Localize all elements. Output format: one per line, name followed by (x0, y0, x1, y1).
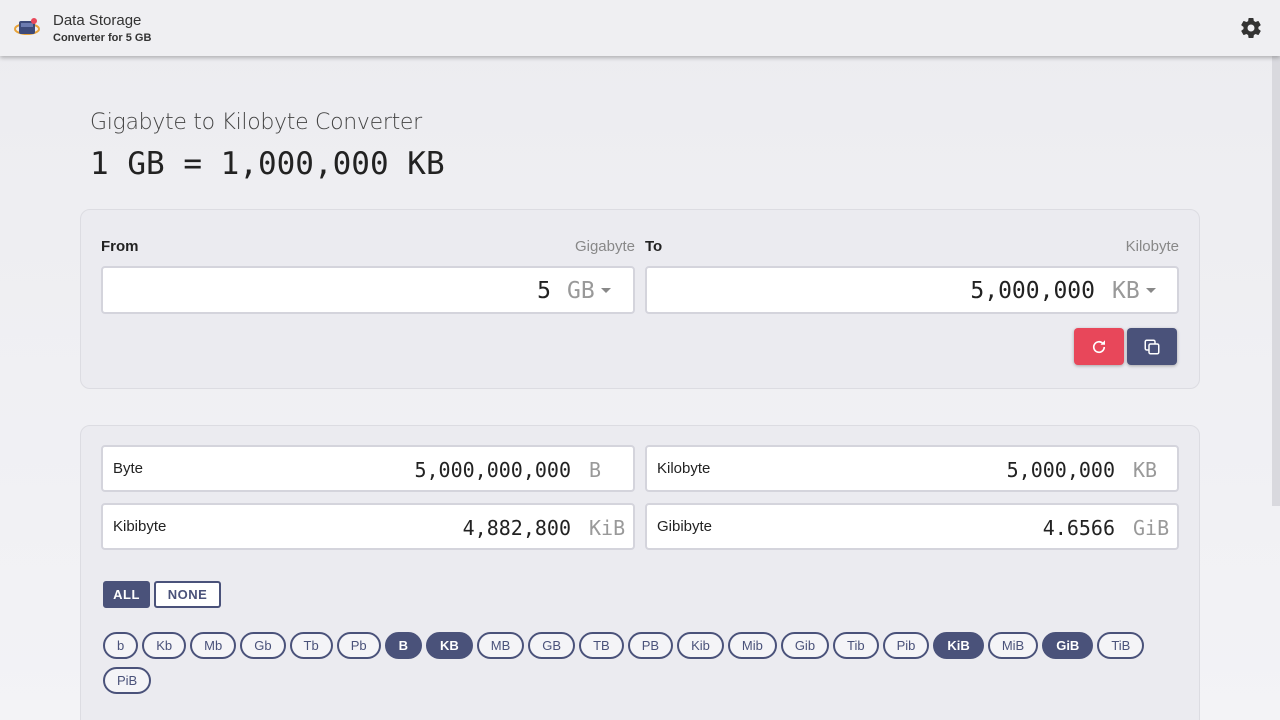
unit-chip[interactable]: Tib (833, 632, 879, 659)
unit-chip[interactable]: Gib (780, 632, 830, 659)
result-name: Kibibyte (113, 518, 167, 535)
scrollbar[interactable] (1272, 56, 1280, 506)
top-app-bar: Data Storage Converter for 5 GB (0, 0, 1280, 56)
unit-chip[interactable]: Pb (336, 632, 381, 659)
from-unit-select[interactable]: GB (567, 278, 595, 304)
select-none-button[interactable]: NONE (154, 581, 221, 608)
result-kilobyte[interactable]: Kilobyte 5,000,000 KB (645, 445, 1179, 492)
storage-logo-icon (14, 18, 40, 35)
result-unit: KiB (589, 516, 626, 540)
unit-chip[interactable]: Gb (240, 632, 286, 659)
copy-button[interactable] (1127, 328, 1177, 365)
unit-chip[interactable]: Mib (727, 632, 777, 659)
from-label: From (101, 238, 139, 255)
app-title: Data Storage (53, 12, 142, 29)
unit-chip[interactable]: KB (426, 632, 473, 659)
to-label: To (645, 238, 663, 255)
result-value: 4,882,800 (462, 516, 571, 540)
unit-chip[interactable]: GB (528, 632, 576, 659)
unit-chip[interactable]: TiB (1097, 632, 1145, 659)
to-unit-name: Kilobyte (1125, 238, 1179, 255)
reset-button[interactable] (1074, 328, 1124, 365)
select-all-button[interactable]: ALL (103, 581, 150, 608)
unit-chip[interactable]: MiB (987, 632, 1039, 659)
unit-chip[interactable]: KiB (933, 632, 984, 659)
result-value: 5,000,000,000 (414, 458, 571, 482)
unit-chip[interactable]: MB (476, 632, 525, 659)
unit-chip-list: b Kb Mb Gb Tb Pb B KB MB GB TB PB Kib Mib Gib Tib Pib KiB… (103, 632, 1163, 702)
result-gibibyte[interactable]: Gibibyte 4.6566 GiB (645, 503, 1179, 550)
result-unit: GiB (1133, 516, 1170, 540)
unit-chip[interactable]: B (384, 632, 423, 659)
to-value: 5,000,000 (970, 278, 1095, 304)
result-kibibyte[interactable]: Kibibyte 4,882,800 KiB (101, 503, 635, 550)
unit-chip[interactable]: GiB (1042, 632, 1094, 659)
result-name: Gibibyte (657, 518, 713, 535)
result-unit: B (589, 458, 602, 482)
result-name: Kilobyte (657, 460, 711, 477)
page-title: Gigabyte to Kilobyte Converter (90, 110, 422, 135)
result-unit: KB (1133, 458, 1158, 482)
unit-chip[interactable]: Kb (142, 632, 187, 659)
chevron-down-icon[interactable] (1146, 288, 1156, 293)
from-unit-name: Gigabyte (574, 238, 635, 255)
refresh-icon (1092, 339, 1106, 353)
unit-chip[interactable]: TB (579, 632, 624, 659)
unit-chip[interactable]: PB (627, 632, 674, 659)
result-value: 4.6566 (1042, 516, 1115, 540)
unit-chip[interactable]: Kib (677, 632, 724, 659)
unit-chip[interactable]: PiB (103, 667, 152, 694)
app-subtitle: Converter for 5 GB (53, 32, 152, 44)
result-name: Byte (113, 460, 144, 477)
unit-chip[interactable]: Tb (289, 632, 333, 659)
copy-icon (1144, 339, 1160, 354)
unit-chip[interactable]: b (103, 632, 139, 659)
result-value: 5,000,000 (1006, 458, 1115, 482)
from-input[interactable]: 5 GB (101, 266, 635, 314)
gear-icon[interactable] (1239, 16, 1263, 40)
conversion-formula: 1 GB = 1,000,000 KB (90, 146, 445, 182)
result-byte[interactable]: Byte 5,000,000,000 B (101, 445, 635, 492)
from-value: 5 (537, 278, 551, 304)
to-input[interactable]: 5,000,000 KB (645, 266, 1179, 314)
unit-chip[interactable]: Mb (190, 632, 237, 659)
to-unit-select[interactable]: KB (1112, 278, 1140, 304)
unit-chip[interactable]: Pib (882, 632, 930, 659)
chevron-down-icon[interactable] (601, 288, 611, 293)
